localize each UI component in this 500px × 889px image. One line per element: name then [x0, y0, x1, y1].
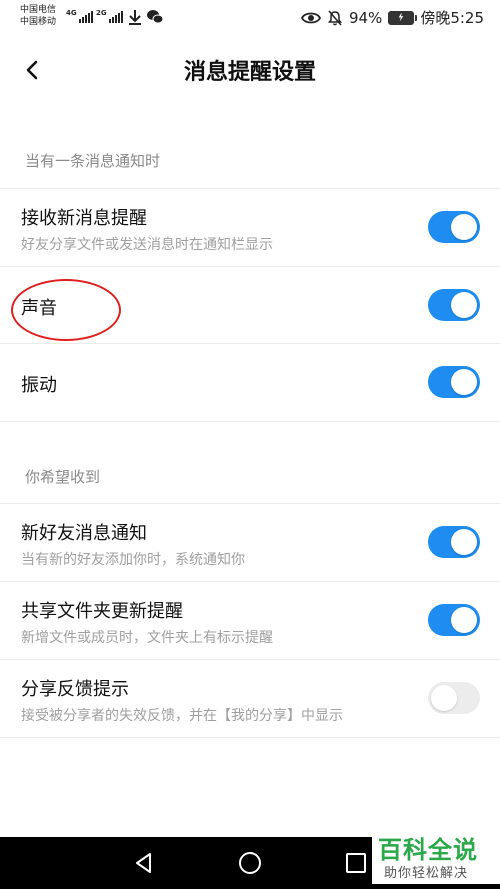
wechat-icon	[147, 10, 164, 24]
toggle-knob	[451, 529, 477, 555]
battery-icon	[388, 10, 418, 25]
setting-row-vibration[interactable]: 振动	[0, 344, 500, 421]
carrier-1: 中国电信	[20, 5, 57, 15]
clock: 傍晚5:25	[420, 9, 484, 27]
toggle-knob	[451, 214, 477, 240]
setting-label: 振动	[21, 375, 57, 396]
setting-row-share-feedback[interactable]: 分享反馈提示 接受被分享者的失效反馈，并在【我的分享】中显示	[0, 660, 500, 737]
toggle-knob	[451, 607, 477, 633]
toggle-sound[interactable]	[428, 289, 480, 321]
page-title: 消息提醒设置	[183, 60, 316, 85]
carrier-names: 中国电信 中国移动	[20, 4, 56, 28]
section-label-notification: 当有一条消息通知时	[25, 152, 161, 170]
recents-square-icon[interactable]	[343, 850, 369, 876]
toggle-receive-new-message[interactable]	[428, 211, 480, 243]
status-bar: 中国电信 中国移动 4G 2G 94% 傍晚5:25	[0, 0, 500, 34]
section-label-receive: 你希望收到	[25, 468, 101, 486]
title-bar: 消息提醒设置	[0, 34, 500, 106]
status-right-group: 94% 傍晚5:25	[300, 7, 484, 28]
watermark-slogan: 助你轻松解决	[384, 866, 469, 881]
toggle-shared-folder[interactable]	[428, 604, 480, 636]
setting-row-shared-folder[interactable]: 共享文件夹更新提醒 新增文件或成员时，文件夹上有标示提醒	[0, 582, 500, 659]
download-icon	[129, 10, 141, 25]
divider	[0, 421, 500, 422]
setting-row-sound[interactable]: 声音	[0, 267, 500, 344]
setting-description: 当有新的好友添加你时，系统通知你	[21, 552, 245, 568]
mute-bell-icon	[327, 10, 342, 25]
watermark-brand: 百科全说	[378, 836, 478, 864]
battery-percent: 94%	[348, 8, 383, 27]
setting-label: 共享文件夹更新提醒	[21, 601, 183, 622]
setting-label: 新好友消息通知	[21, 523, 147, 544]
setting-row-new-friend[interactable]: 新好友消息通知 当有新的好友添加你时，系统通知你	[0, 504, 500, 581]
signal-tag-2: 2G	[96, 9, 107, 17]
toggle-knob	[431, 685, 457, 711]
signal-icon-1: 4G	[66, 9, 93, 23]
setting-description: 接受被分享者的失效反馈，并在【我的分享】中显示	[21, 708, 343, 724]
setting-label: 接收新消息提醒	[21, 208, 147, 229]
eye-comfort-icon	[300, 12, 321, 23]
carrier-2: 中国移动	[20, 17, 57, 27]
setting-description: 新增文件或成员时，文件夹上有标示提醒	[21, 630, 273, 646]
toggle-new-friend[interactable]	[428, 526, 480, 558]
toggle-share-feedback[interactable]	[428, 682, 480, 714]
toggle-knob	[451, 369, 477, 395]
toggle-knob	[451, 292, 477, 318]
signal-icon-2: 2G	[96, 9, 123, 23]
toggle-vibration[interactable]	[428, 366, 480, 398]
back-triangle-icon[interactable]	[131, 850, 157, 876]
signal-tag-1: 4G	[66, 9, 77, 17]
home-circle-icon[interactable]	[237, 850, 263, 876]
setting-description: 好友分享文件或发送消息时在通知栏显示	[21, 237, 273, 253]
setting-row-receive-new-message[interactable]: 接收新消息提醒 好友分享文件或发送消息时在通知栏显示	[0, 189, 500, 266]
watermark-logo: 百科全说 助你轻松解决	[372, 828, 500, 884]
setting-label: 分享反馈提示	[21, 679, 129, 700]
divider	[0, 737, 500, 738]
setting-label: 声音	[21, 298, 57, 319]
